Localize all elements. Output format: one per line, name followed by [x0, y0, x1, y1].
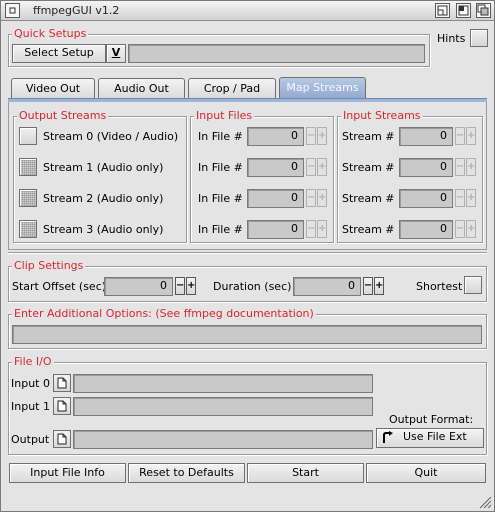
output-file-button[interactable]: [53, 430, 71, 448]
stream-2-checkbox[interactable]: [19, 189, 37, 207]
select-setup-button[interactable]: Select Setup: [12, 44, 106, 63]
stream-num-2-increment[interactable]: +: [466, 189, 476, 207]
tab-crop-pad[interactable]: Crop / Pad: [188, 78, 276, 99]
in-file-2-label: In File #: [198, 192, 243, 205]
shortest-label: Shortest: [416, 280, 463, 293]
in-file-0-increment[interactable]: +: [317, 127, 327, 145]
input-file-info-button[interactable]: Input File Info: [9, 463, 126, 483]
in-file-0-field[interactable]: 0: [247, 127, 304, 146]
reset-defaults-button[interactable]: Reset to Defaults: [128, 463, 245, 483]
stream-num-2-label: Stream #: [342, 192, 395, 205]
input-streams-title: Input Streams: [341, 109, 423, 122]
stream-3-label: Stream 3 (Audio only): [43, 223, 164, 236]
in-file-1-increment[interactable]: +: [317, 158, 327, 176]
in-file-3-field[interactable]: 0: [247, 220, 304, 239]
tab-map-streams[interactable]: Map Streams: [279, 77, 366, 99]
in-file-1-field[interactable]: 0: [247, 158, 304, 177]
duration-increment[interactable]: +: [374, 277, 384, 295]
additional-options-title: Enter Additional Options: (See ffmpeg do…: [12, 307, 316, 320]
duration-label: Duration (sec): [213, 280, 292, 293]
additional-options-field[interactable]: [12, 325, 482, 344]
in-file-3-label: In File #: [198, 223, 243, 236]
in-file-1-decrement[interactable]: −: [306, 158, 316, 176]
input-1-field[interactable]: [73, 397, 373, 416]
input-files-title: Input Files: [194, 109, 255, 122]
stream-num-2-decrement[interactable]: −: [455, 189, 465, 207]
tab-video-out[interactable]: Video Out: [11, 78, 95, 99]
stream-num-3-field[interactable]: 0: [399, 220, 453, 239]
stream-1-checkbox[interactable]: [19, 158, 37, 176]
input-1-label: Input 1: [11, 400, 50, 413]
stream-num-1-field[interactable]: 0: [399, 158, 453, 177]
output-streams-title: Output Streams: [17, 109, 109, 122]
stream-num-0-label: Stream #: [342, 130, 395, 143]
file-icon: [57, 377, 67, 389]
in-file-2-increment[interactable]: +: [317, 189, 327, 207]
hints-checkbox[interactable]: [470, 29, 488, 47]
start-offset-field[interactable]: 0: [104, 277, 173, 296]
stream-num-1-label: Stream #: [342, 161, 395, 174]
window-title: ffmpegGUI v1.2: [33, 4, 120, 17]
duration-field[interactable]: 0: [293, 277, 361, 296]
iconify-icon[interactable]: [435, 3, 450, 18]
stream-0-checkbox[interactable]: [19, 127, 37, 145]
stream-num-3-decrement[interactable]: −: [455, 220, 465, 238]
in-file-0-label: In File #: [198, 130, 243, 143]
in-file-3-decrement[interactable]: −: [306, 220, 316, 238]
zoom-icon[interactable]: [456, 3, 471, 18]
stream-num-1-increment[interactable]: +: [466, 158, 476, 176]
stream-num-0-decrement[interactable]: −: [455, 127, 465, 145]
tab-audio-out[interactable]: Audio Out: [98, 78, 185, 99]
stream-num-0-field[interactable]: 0: [399, 127, 453, 146]
in-file-3-increment[interactable]: +: [317, 220, 327, 238]
stream-num-3-label: Stream #: [342, 223, 395, 236]
start-button[interactable]: Start: [247, 463, 364, 483]
use-file-ext-button[interactable]: Use File Ext: [376, 428, 484, 448]
output-format-label: Output Format:: [389, 413, 474, 426]
input-0-field[interactable]: [73, 374, 373, 393]
start-offset-decrement[interactable]: −: [175, 277, 185, 295]
in-file-0-decrement[interactable]: −: [306, 127, 316, 145]
quick-setups-title: Quick Setups: [12, 27, 89, 40]
setup-name-field[interactable]: [128, 44, 425, 63]
input-1-file-button[interactable]: [53, 397, 71, 415]
stream-num-1-decrement[interactable]: −: [455, 158, 465, 176]
stream-num-2-field[interactable]: 0: [399, 189, 453, 208]
stream-num-0-increment[interactable]: +: [466, 127, 476, 145]
stream-num-3-increment[interactable]: +: [466, 220, 476, 238]
stream-1-label: Stream 1 (Audio only): [43, 161, 164, 174]
input-0-file-button[interactable]: [53, 374, 71, 392]
clip-settings-title: Clip Settings: [12, 259, 86, 272]
chevron-down-icon[interactable]: V: [106, 44, 126, 63]
depth-icon[interactable]: [476, 3, 491, 18]
file-icon: [57, 433, 67, 445]
start-offset-label: Start Offset (sec): [12, 280, 107, 293]
input-0-label: Input 0: [11, 377, 50, 390]
output-field[interactable]: [73, 430, 373, 449]
output-label: Output: [11, 433, 50, 446]
stream-3-checkbox[interactable]: [19, 220, 37, 238]
shortest-checkbox[interactable]: [464, 276, 482, 294]
quit-button[interactable]: Quit: [366, 463, 486, 483]
stream-2-label: Stream 2 (Audio only): [43, 192, 164, 205]
hints-label: Hints: [437, 32, 466, 45]
file-io-title: File I/O: [12, 355, 54, 368]
resize-handle-icon[interactable]: [478, 495, 492, 509]
title-bar[interactable]: ffmpegGUI v1.2: [0, 0, 495, 21]
start-offset-increment[interactable]: +: [186, 277, 196, 295]
stream-0-label: Stream 0 (Video / Audio): [43, 130, 179, 143]
in-file-1-label: In File #: [198, 161, 243, 174]
cycle-icon: [383, 431, 393, 443]
in-file-2-field[interactable]: 0: [247, 189, 304, 208]
file-icon: [57, 400, 67, 412]
close-icon[interactable]: [5, 3, 20, 18]
divider: [8, 252, 487, 254]
use-file-ext-label: Use File Ext: [403, 430, 467, 443]
in-file-2-decrement[interactable]: −: [306, 189, 316, 207]
duration-decrement[interactable]: −: [363, 277, 373, 295]
